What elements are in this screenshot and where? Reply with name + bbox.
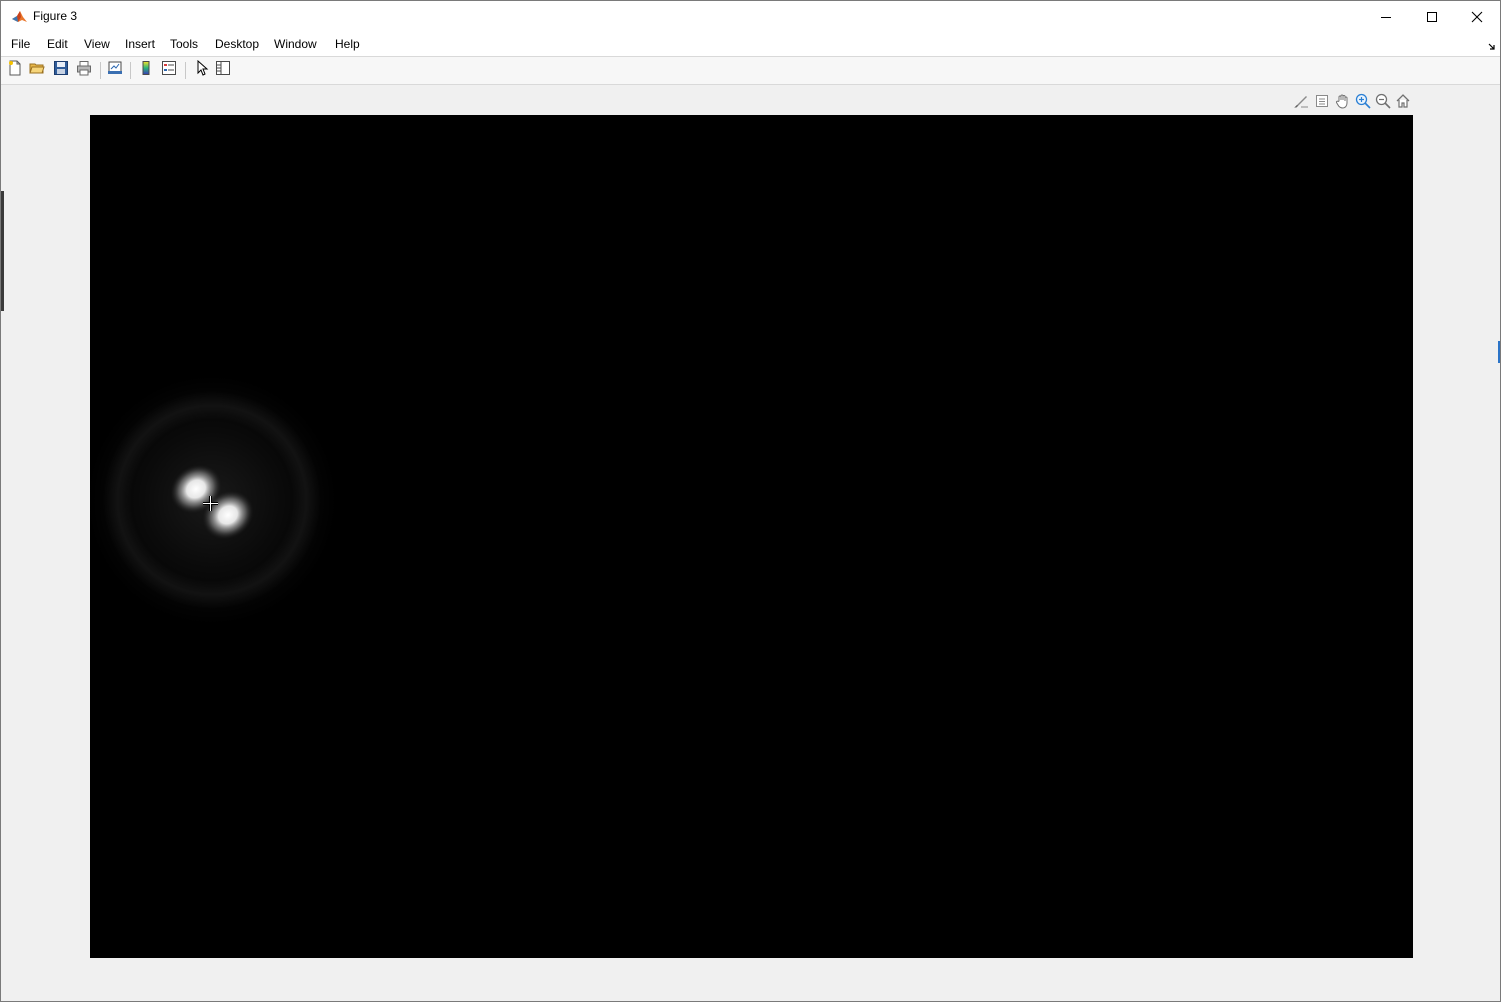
title-bar[interactable]: Figure 3 [1, 1, 1500, 32]
close-button[interactable] [1454, 1, 1500, 32]
show-plot-tools-button[interactable] [214, 60, 232, 81]
minimize-icon [1380, 11, 1392, 23]
background-window-edge [1, 191, 4, 311]
open-file-icon [29, 60, 45, 81]
save-button[interactable] [52, 60, 70, 81]
menu-window[interactable]: Window [274, 36, 317, 52]
print-icon [76, 60, 92, 81]
window-title: Figure 3 [33, 9, 78, 23]
toolbar-separator [100, 62, 101, 79]
toolbar-separator [185, 62, 186, 79]
insert-colorbar-icon [138, 60, 154, 81]
restore-view-button[interactable] [1394, 93, 1412, 114]
dock-arrow-icon[interactable] [1487, 39, 1497, 50]
new-figure-button[interactable] [6, 60, 24, 81]
zoom-out-button[interactable] [1374, 93, 1392, 114]
insert-legend-button[interactable] [160, 60, 178, 81]
link-plot-button[interactable] [106, 61, 124, 79]
toolbar-separator [130, 62, 131, 79]
data-tips-button[interactable] [1313, 94, 1331, 112]
menu-file[interactable]: File [11, 36, 30, 52]
menu-edit[interactable]: Edit [47, 36, 68, 52]
maximize-icon [1426, 11, 1438, 23]
intensity-image [90, 375, 337, 625]
crosshair-cursor-icon [202, 495, 219, 512]
restore-view-home-icon [1395, 93, 1411, 114]
open-file-button[interactable] [28, 61, 46, 79]
minimize-button[interactable] [1363, 1, 1409, 32]
menu-desktop[interactable]: Desktop [215, 36, 259, 52]
figure-toolbar [1, 57, 1500, 85]
menu-tools[interactable]: Tools [170, 36, 198, 52]
maximize-button[interactable] [1409, 1, 1455, 32]
menu-insert[interactable]: Insert [125, 36, 155, 52]
menu-bar: File Edit View Insert Tools Desktop Wind… [1, 32, 1500, 57]
zoom-out-icon [1375, 93, 1391, 114]
brush-icon [1293, 93, 1309, 114]
close-icon [1471, 11, 1483, 23]
new-figure-icon [7, 60, 23, 81]
pan-hand-icon [1335, 93, 1351, 114]
zoom-in-icon [1355, 93, 1371, 114]
show-plot-tools-icon [215, 60, 231, 81]
zoom-in-button[interactable] [1354, 93, 1372, 114]
link-plot-icon [107, 60, 123, 81]
figure-window: Figure 3 File Edit View Insert Tools Des… [0, 0, 1501, 1002]
menu-help[interactable]: Help [335, 36, 360, 52]
save-icon [53, 60, 69, 81]
image-axes[interactable] [90, 115, 1413, 958]
brush-button[interactable] [1292, 94, 1310, 112]
insert-legend-icon [161, 60, 177, 81]
print-button[interactable] [75, 60, 93, 81]
data-tips-icon [1314, 93, 1330, 114]
matlab-logo-icon [11, 8, 28, 25]
menu-view[interactable]: View [84, 36, 110, 52]
edit-plot-button[interactable] [192, 59, 210, 81]
pan-button[interactable] [1334, 94, 1352, 112]
edit-plot-pointer-icon [193, 59, 209, 81]
insert-colorbar-button[interactable] [137, 60, 155, 81]
